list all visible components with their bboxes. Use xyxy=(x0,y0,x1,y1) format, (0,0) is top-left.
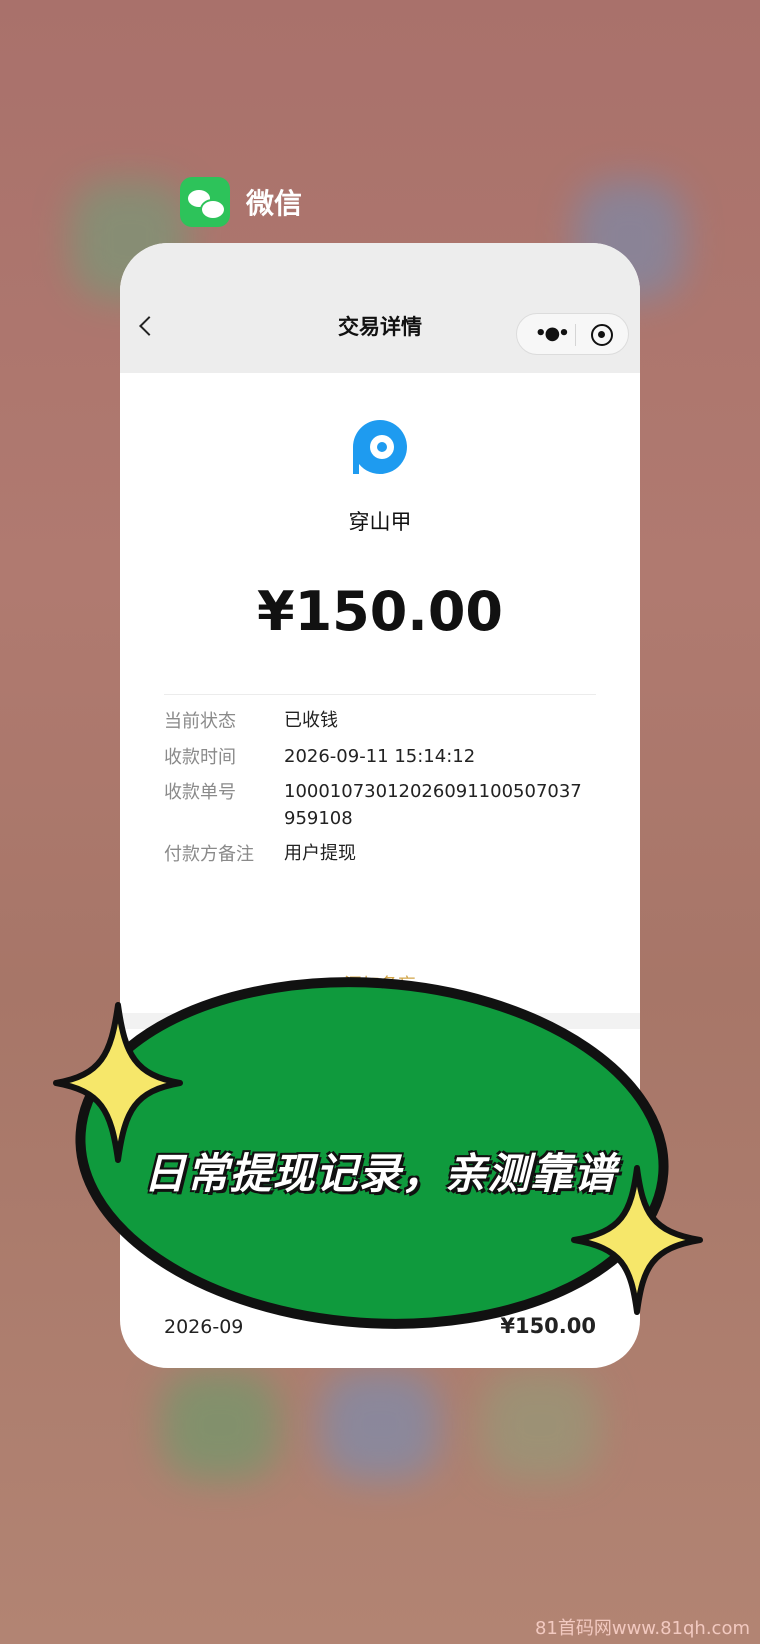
banner-text: 日常提现记录，亲测靠谱 xyxy=(143,1149,617,1198)
watermark: 81首码网www.81qh.com xyxy=(534,1618,750,1639)
promo-banner xyxy=(53,977,703,1329)
